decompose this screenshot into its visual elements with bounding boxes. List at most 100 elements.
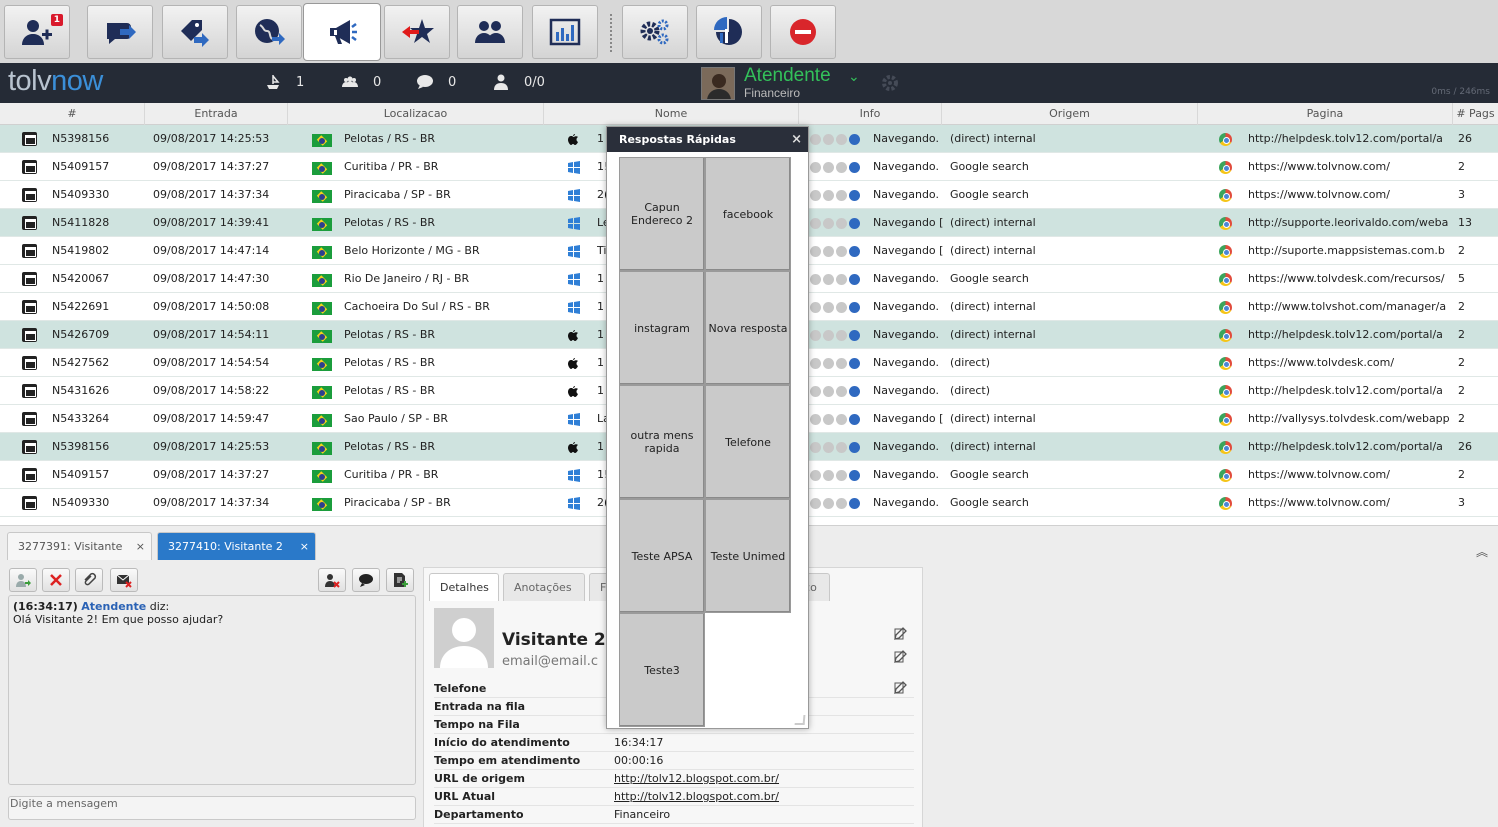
add-visitor-button[interactable]: 1 (4, 5, 70, 59)
quick-response-button[interactable]: Teste APSA (619, 499, 705, 613)
visitors-table-header: # Entrada Localizacao Nome Info Origem P… (0, 103, 1498, 125)
message-input[interactable]: Digite a mensagem (8, 796, 416, 820)
quick-response-button[interactable]: Teste Unimed (705, 499, 791, 613)
cell-pagina[interactable]: http://vallysys.tolvdesk.com/webapp (1248, 405, 1451, 433)
visitor-window-icon[interactable] (22, 440, 37, 454)
cell-id: N5431626 (52, 384, 110, 397)
visitor-window-icon[interactable] (22, 328, 37, 342)
cell-pagina[interactable]: https://www.tolvdesk.com/recursos/ (1248, 265, 1451, 293)
visitor-window-icon[interactable] (22, 244, 37, 258)
tags-button[interactable] (162, 5, 228, 59)
add-note-button[interactable] (386, 568, 414, 592)
add-user-icon (22, 20, 52, 45)
quick-responses-button[interactable] (304, 4, 380, 60)
cell-pagina[interactable]: http://helpdesk.tolv12.com/portal/a (1248, 377, 1451, 405)
transfer-chat-button[interactable] (9, 568, 37, 592)
status-dot-icon (810, 246, 821, 257)
status-dot-icon (810, 134, 821, 145)
col-info[interactable]: Info (799, 103, 942, 125)
globe-button[interactable] (236, 5, 302, 59)
chat-transfer-button[interactable] (87, 5, 153, 59)
col-origem[interactable]: Origem (942, 103, 1198, 125)
visitor-window-icon[interactable] (22, 356, 37, 370)
visitor-window-icon[interactable] (22, 384, 37, 398)
visitor-window-icon[interactable] (22, 468, 37, 482)
cell-pags: 2 (1458, 468, 1465, 481)
detail-label: Início do atendimento (434, 736, 570, 749)
status-dot-icon (823, 330, 834, 341)
quick-response-button[interactable]: outra mens rapida (619, 385, 705, 499)
chevron-down-icon[interactable]: ⌄ (848, 69, 860, 85)
status-dot-icon (836, 386, 847, 397)
col-nome[interactable]: Nome (544, 103, 799, 125)
reports-button[interactable] (532, 5, 598, 59)
quick-response-button[interactable]: Nova resposta (705, 271, 791, 385)
quick-response-button[interactable]: Telefone (705, 385, 791, 499)
col-id[interactable]: # (0, 103, 145, 125)
tab-anotacoes[interactable]: Anotações (503, 573, 585, 601)
cell-pagina[interactable]: https://www.tolvnow.com/ (1248, 153, 1451, 181)
cell-pagina[interactable]: https://www.tolvnow.com/ (1248, 461, 1451, 489)
detail-value[interactable]: http://tolv12.blogspot.com.br/ (614, 790, 779, 803)
visitor-window-icon[interactable] (22, 272, 37, 286)
visitor-window-icon[interactable] (22, 300, 37, 314)
quick-response-button[interactable]: instagram (619, 271, 705, 385)
collapse-up-icon[interactable]: ︽ (1476, 543, 1488, 560)
cell-origem: (direct) internal (950, 300, 1036, 313)
settings-button[interactable] (622, 5, 688, 59)
chat-tab-2[interactable]: 3277410: Visitante 2 × (157, 532, 316, 560)
cell-localizacao: Curitiba / PR - BR (344, 468, 439, 481)
dashboard-button[interactable] (696, 5, 762, 59)
chat-tab-1[interactable]: 3277391: Visitante × (7, 532, 152, 560)
close-icon[interactable]: × (791, 127, 802, 152)
status-dot-icon (810, 470, 821, 481)
users-button[interactable] (457, 5, 523, 59)
col-pags[interactable]: # Pags (1453, 103, 1498, 125)
close-icon[interactable]: × (300, 533, 309, 561)
gear-icon[interactable] (880, 73, 900, 93)
detail-row: URL de origem http://tolv12.blogspot.com.… (434, 770, 914, 788)
cell-pagina[interactable]: https://www.tolvnow.com/ (1248, 489, 1451, 517)
resize-handle[interactable] (794, 715, 806, 725)
favorites-button[interactable] (384, 5, 450, 59)
brazil-flag-icon (312, 358, 332, 371)
cell-origem: (direct) internal (950, 440, 1036, 453)
col-localizacao[interactable]: Localizacao (288, 103, 544, 125)
logout-button[interactable] (770, 5, 836, 59)
end-chat-button[interactable] (42, 568, 70, 592)
cell-pagina[interactable]: http://www.tolvshot.com/manager/a (1248, 293, 1451, 321)
close-icon[interactable]: × (136, 533, 145, 561)
edit-icon[interactable] (894, 649, 908, 663)
visitor-window-icon[interactable] (22, 132, 37, 146)
cell-pagina[interactable]: http://suporte.mappsistemas.com.b (1248, 237, 1451, 265)
block-user-button[interactable] (318, 568, 346, 592)
visitor-window-icon[interactable] (22, 188, 37, 202)
cell-pagina[interactable]: http://helpdesk.tolv12.com/portal/a (1248, 433, 1451, 461)
col-entrada[interactable]: Entrada (145, 103, 288, 125)
attach-button[interactable] (75, 568, 103, 592)
col-pagina[interactable]: Pagina (1198, 103, 1453, 125)
visitor-window-icon[interactable] (22, 216, 37, 230)
cell-pagina[interactable]: https://www.tolvdesk.com/ (1248, 349, 1451, 377)
paperclip-icon (84, 572, 97, 586)
quick-chat-button[interactable] (352, 568, 380, 592)
visitor-window-icon[interactable] (22, 412, 37, 426)
agent-name[interactable]: Atendente (744, 65, 831, 87)
cell-pagina[interactable]: https://www.tolvnow.com/ (1248, 181, 1451, 209)
visitor-window-icon[interactable] (22, 496, 37, 510)
tab-detalhes[interactable]: Detalhes (429, 573, 499, 601)
cell-info: Navegando [ (873, 216, 944, 229)
detail-value[interactable]: http://tolv12.blogspot.com.br/ (614, 772, 779, 785)
edit-icon[interactable] (894, 626, 908, 640)
cell-pagina[interactable]: http://supporte.leorivaldo.com/weba (1248, 209, 1451, 237)
agent-avatar[interactable] (701, 67, 735, 100)
quick-response-button[interactable]: Capun Endereco 2 (619, 157, 705, 271)
email-transcript-button[interactable] (110, 568, 138, 592)
quick-response-button[interactable]: Teste3 (619, 613, 705, 727)
cell-origem: Google search (950, 160, 1029, 173)
visitor-window-icon[interactable] (22, 160, 37, 174)
cell-entrada: 09/08/2017 14:47:14 (153, 244, 270, 257)
cell-pagina[interactable]: http://helpdesk.tolv12.com/portal/a (1248, 321, 1451, 349)
cell-pagina[interactable]: http://helpdesk.tolv12.com/portal/a (1248, 125, 1451, 153)
quick-response-button[interactable]: facebook (705, 157, 791, 271)
